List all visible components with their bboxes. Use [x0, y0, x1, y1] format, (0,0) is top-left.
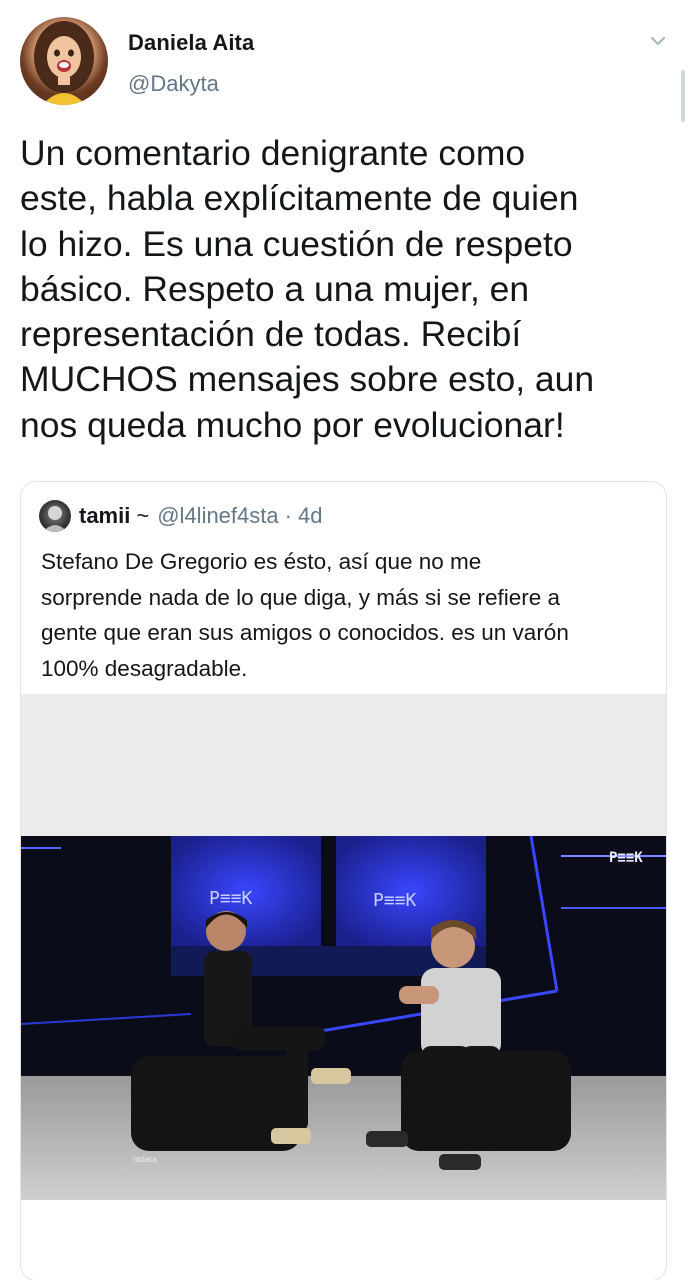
- scroll-indicator[interactable]: [681, 70, 685, 122]
- quoted-tweet-text: Stefano De Gregorio es ésto, así que no …: [41, 549, 569, 681]
- quoted-tweet-header: tamii ~ @l4linef4sta · 4d: [39, 498, 322, 534]
- video-watermark: P≡≡K: [609, 850, 643, 866]
- quoted-name-suffix: ~: [136, 503, 150, 528]
- quoted-display-name: tamii: [79, 503, 131, 528]
- video-corner-mark: ntdaca: [133, 1155, 158, 1164]
- screen-logo-left: P≡≡K: [209, 888, 253, 909]
- quoted-media[interactable]: P≡≡K P≡≡K P≡≡K ntdaca: [21, 694, 666, 1200]
- quoted-separator: ·: [284, 503, 292, 528]
- chevron-down-icon[interactable]: [646, 32, 670, 50]
- quoted-timestamp: 4d: [297, 503, 323, 528]
- quoted-tweet-card[interactable]: tamii ~ @l4linef4sta · 4d Stefano De Gre…: [20, 481, 667, 1280]
- author-handle[interactable]: @Dakyta: [128, 71, 219, 97]
- video-frame[interactable]: P≡≡K P≡≡K P≡≡K ntdaca: [21, 836, 666, 1200]
- author-display-name[interactable]: Daniela Aita: [128, 30, 254, 56]
- author-avatar[interactable]: [20, 17, 108, 105]
- screen-logo-right: P≡≡K: [373, 890, 417, 911]
- tweet: Daniela Aita @Dakyta Un comentario denig…: [0, 0, 687, 1280]
- quoted-author-avatar: [39, 500, 71, 532]
- quoted-handle: @l4linef4sta: [157, 503, 279, 528]
- tweet-text: Un comentario denigrante como este, habl…: [20, 133, 595, 445]
